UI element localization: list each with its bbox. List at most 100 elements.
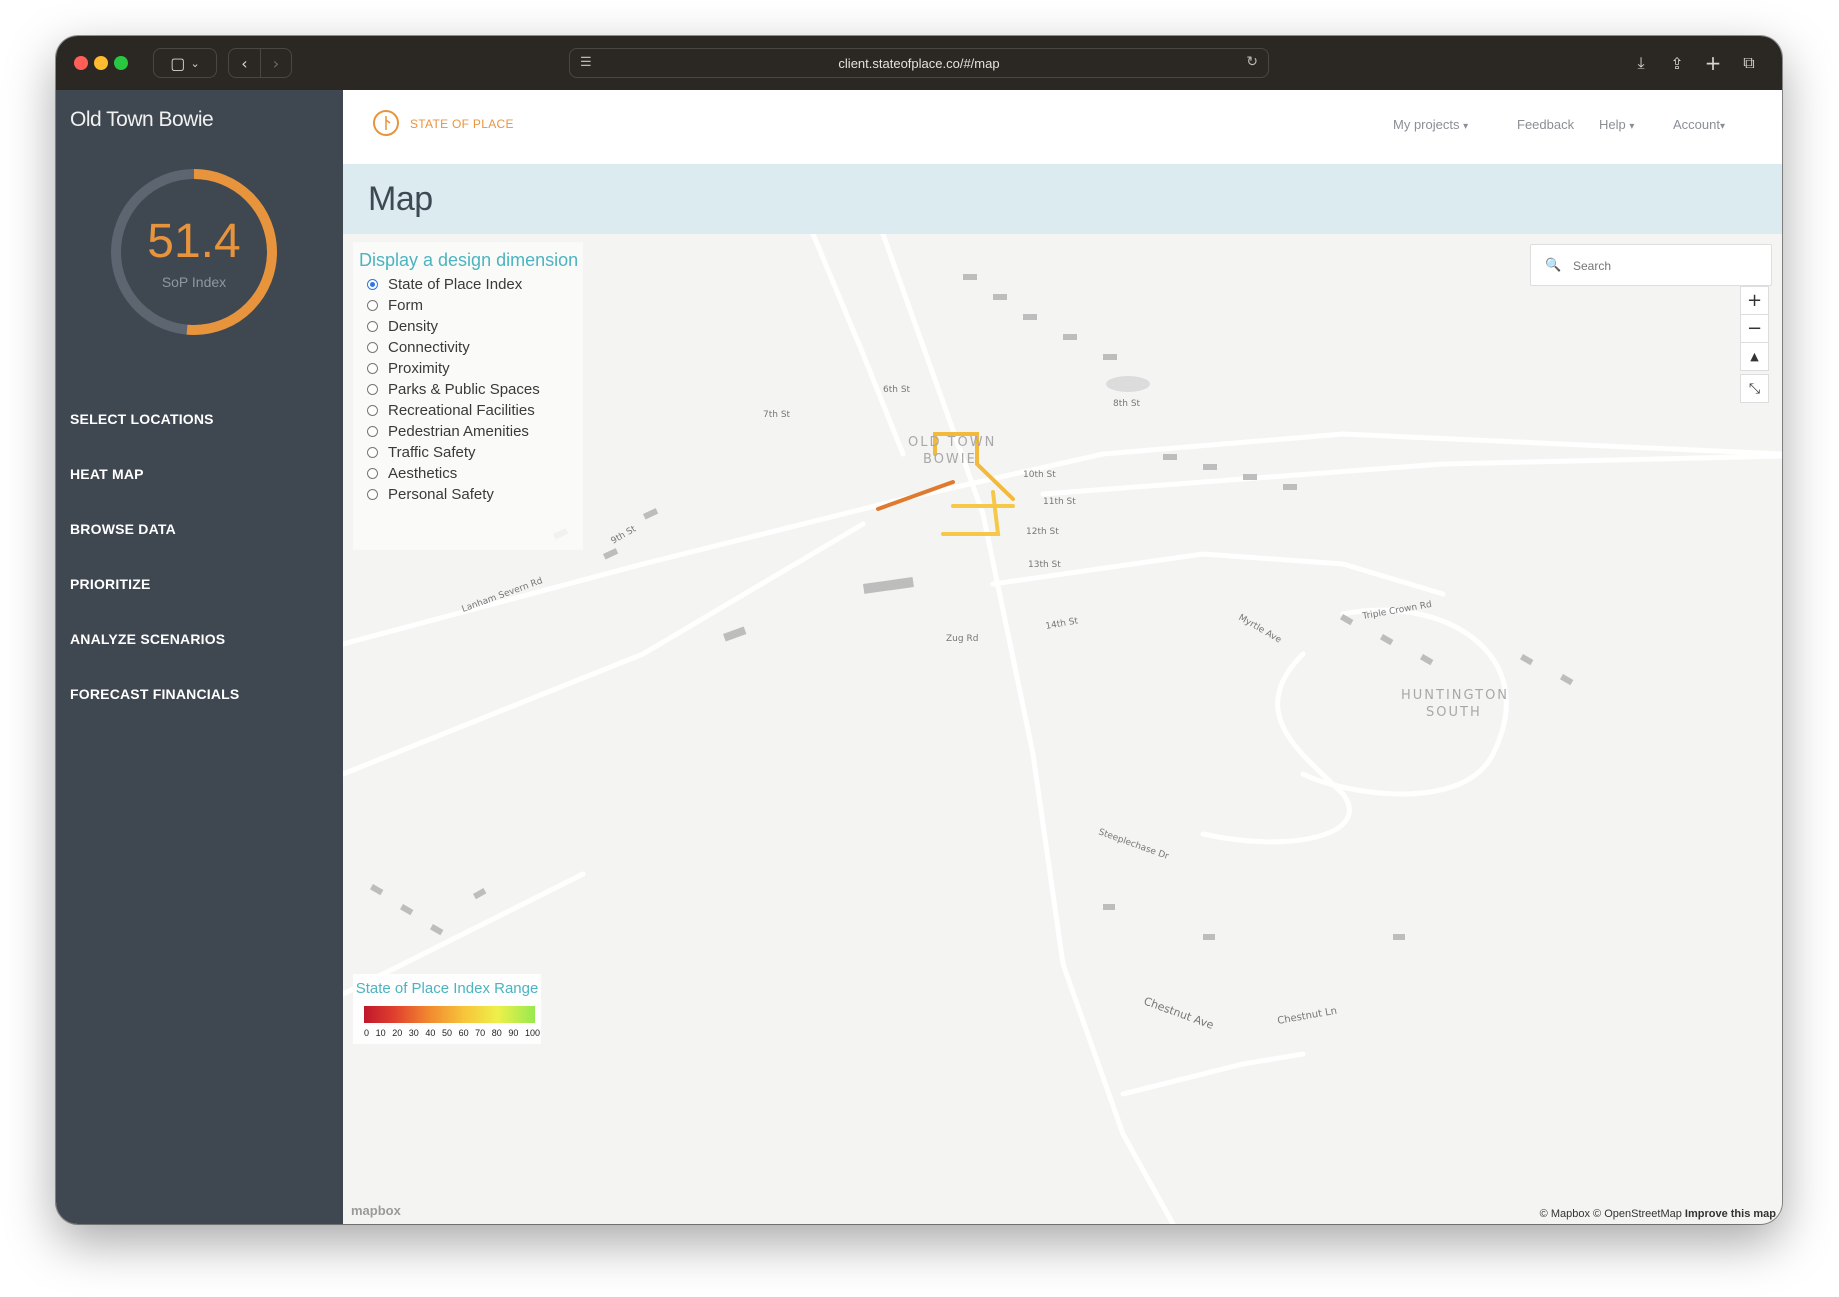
dimension-option-pedestrian[interactable]: Pedestrian Amenities	[367, 421, 529, 441]
map-building	[1560, 674, 1574, 686]
mapbox-logo[interactable]: mapbox	[351, 1203, 401, 1218]
radio-icon[interactable]	[367, 299, 378, 311]
legend-tick: 70	[475, 1028, 486, 1038]
zoom-out-button[interactable]: −	[1740, 314, 1769, 343]
menu-feedback[interactable]: Feedback	[1517, 117, 1574, 132]
radio-icon[interactable]	[367, 383, 378, 395]
share-button[interactable]: ⇪	[1662, 48, 1692, 78]
caret-down-icon: ▾	[1463, 121, 1469, 132]
dimension-option-label: Personal Safety	[388, 485, 494, 503]
close-window-button[interactable]	[74, 56, 88, 70]
map-building	[1163, 454, 1177, 460]
url-text: client.stateofplace.co/#/map	[838, 55, 1000, 71]
radio-icon[interactable]	[367, 425, 378, 437]
menu-my-projects[interactable]: My projects ▾	[1393, 117, 1468, 132]
radio-icon[interactable]	[367, 362, 378, 374]
radio-icon[interactable]	[367, 467, 378, 479]
dimension-option-form[interactable]: Form	[367, 295, 423, 315]
menu-my-projects-label: My projects	[1393, 117, 1460, 132]
map-search-input[interactable]	[1571, 255, 1755, 277]
map-building	[429, 924, 444, 936]
map-building	[1063, 334, 1077, 340]
logo-text[interactable]: STATE OF PLACE	[410, 117, 514, 131]
map-building	[723, 626, 747, 642]
nav-select-locations[interactable]: SELECT LOCATIONS	[70, 411, 214, 427]
radio-icon[interactable]	[367, 404, 378, 416]
compass-button[interactable]: ▲	[1740, 342, 1769, 371]
menu-help[interactable]: Help ▾	[1599, 117, 1634, 132]
radio-icon[interactable]	[367, 446, 378, 458]
map-building	[1393, 934, 1405, 940]
map-street-label: 13th St	[1028, 560, 1061, 570]
dimension-option-personal-safety[interactable]: Personal Safety	[367, 484, 494, 504]
app-header: STATE OF PLACE My projects ▾ Feedback He…	[343, 90, 1782, 165]
map-building	[1103, 904, 1115, 910]
map-street-label: 14th St	[1045, 616, 1079, 632]
downloads-button[interactable]: ⤓	[1626, 48, 1656, 78]
forward-button[interactable]: ›	[260, 48, 292, 78]
nav-prioritize[interactable]: PRIORITIZE	[70, 576, 151, 592]
map-canvas[interactable]: OLD TOWN BOWIE HUNTINGTON SOUTH Lanham S…	[343, 234, 1782, 1224]
legend-tick: 40	[425, 1028, 436, 1038]
compass-icon: ▲	[1750, 350, 1759, 363]
dimension-option-parks[interactable]: Parks & Public Spaces	[367, 379, 540, 399]
radio-selected-icon[interactable]	[367, 278, 378, 290]
legend-tick: 10	[375, 1028, 386, 1038]
nav-heat-map[interactable]: HEAT MAP	[70, 466, 144, 482]
reload-icon[interactable]: ↻	[1246, 53, 1258, 70]
map-street-label: Chestnut Ln	[1277, 1006, 1338, 1027]
dimension-option-connectivity[interactable]: Connectivity	[367, 337, 470, 357]
legend-tick: 0	[364, 1028, 370, 1038]
map-street-label: 10th St	[1023, 470, 1056, 480]
nav-browse-data[interactable]: BROWSE DATA	[70, 521, 176, 537]
download-icon: ⤓	[1637, 53, 1645, 72]
dimension-option-label: Parks & Public Spaces	[388, 380, 540, 398]
state-of-place-logo-icon[interactable]	[373, 110, 399, 136]
logo-mark	[385, 116, 391, 130]
improve-map-link[interactable]: Improve this map	[1685, 1208, 1776, 1220]
sidebar-icon: ▢	[170, 53, 186, 73]
minimize-window-button[interactable]	[94, 56, 108, 70]
radio-icon[interactable]	[367, 320, 378, 332]
map-building	[993, 294, 1007, 300]
caret-down-icon: ▾	[1719, 121, 1726, 132]
back-button[interactable]: ‹	[228, 48, 260, 78]
fullscreen-button[interactable]: ⤡	[1740, 374, 1769, 403]
new-tab-button[interactable]: +	[1698, 48, 1728, 78]
map-road-north	[810, 234, 906, 457]
search-icon: 🔍	[1545, 257, 1562, 272]
map-building	[1203, 464, 1217, 470]
attribution-mapbox-link[interactable]: © Mapbox	[1540, 1208, 1590, 1220]
share-icon: ⇪	[1670, 53, 1684, 73]
map-building	[1243, 474, 1257, 480]
legend-tick: 30	[408, 1028, 419, 1038]
map-street-label: Steeplechase Dr	[1097, 827, 1170, 862]
menu-help-label: Help	[1599, 117, 1626, 132]
dimension-option-aesthetics[interactable]: Aesthetics	[367, 463, 457, 483]
map-building	[863, 577, 914, 594]
menu-account[interactable]: Account▾	[1673, 117, 1725, 132]
tab-overview-button[interactable]: ⧉	[1734, 48, 1764, 78]
attribution-osm-link[interactable]: © OpenStreetMap	[1593, 1208, 1682, 1220]
maximize-window-button[interactable]	[114, 56, 128, 70]
map-street-label: Chestnut Ave	[1142, 995, 1216, 1032]
map-pond	[1106, 376, 1150, 392]
nav-forecast-financials[interactable]: FORECAST FINANCIALS	[70, 686, 239, 702]
dimension-option-label: Connectivity	[388, 338, 470, 356]
map-building	[1520, 654, 1534, 666]
dimension-option-recreational[interactable]: Recreational Facilities	[367, 400, 535, 420]
sidebar-toggle-button[interactable]: ▢ ⌄	[153, 48, 217, 78]
browser-window: ▢ ⌄ ‹ › ☰ client.stateofplace.co/#/map ↻…	[56, 36, 1782, 1224]
dimension-option-label: Recreational Facilities	[388, 401, 535, 419]
address-bar[interactable]: ☰ client.stateofplace.co/#/map ↻	[569, 48, 1269, 78]
sidebar: Old Town Bowie 51.4 SoP Index SELECT LOC…	[56, 90, 343, 1224]
dimension-option-sop-index[interactable]: State of Place Index	[367, 274, 522, 294]
dimension-option-density[interactable]: Density	[367, 316, 438, 336]
dimension-option-proximity[interactable]: Proximity	[367, 358, 450, 378]
project-title: Old Town Bowie	[70, 108, 214, 131]
dimension-option-traffic[interactable]: Traffic Safety	[367, 442, 476, 462]
radio-icon[interactable]	[367, 488, 378, 500]
zoom-in-button[interactable]: +	[1740, 286, 1769, 315]
radio-icon[interactable]	[367, 341, 378, 353]
nav-analyze-scenarios[interactable]: ANALYZE SCENARIOS	[70, 631, 225, 647]
